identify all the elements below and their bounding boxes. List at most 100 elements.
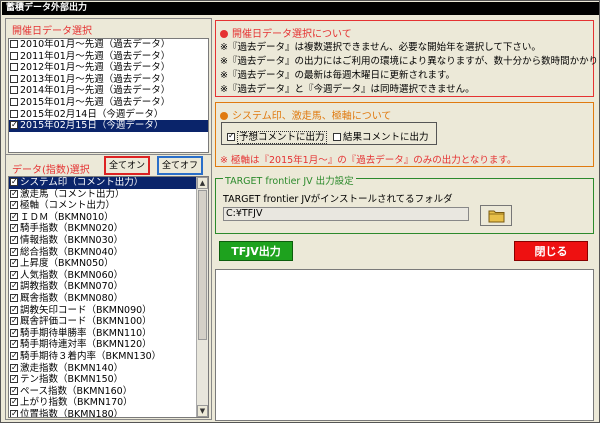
checkbox-icon[interactable] <box>10 97 18 106</box>
list-item[interactable]: 総合指数（BKMN040） <box>9 246 208 259</box>
list-item[interactable]: 騎手期待単勝率（BKMN110） <box>9 327 208 340</box>
list-item[interactable]: 上昇度（BKMN050） <box>9 257 208 270</box>
checkbox-icon[interactable] <box>10 109 18 118</box>
checkbox-icon[interactable] <box>10 74 18 83</box>
checkbox-checked-icon[interactable] <box>10 211 18 222</box>
list-item[interactable]: ペース指数（BKMN160） <box>9 385 208 398</box>
list-item-label: 騎手期待単勝率（BKMN110） <box>20 327 152 339</box>
browse-folder-button[interactable] <box>480 205 512 226</box>
list-item[interactable]: 2011年01月～先週（過去データ） <box>9 51 208 63</box>
list-item[interactable]: 激走指数（BKMN140） <box>9 362 208 375</box>
checkbox-checked-icon[interactable] <box>10 304 18 315</box>
bullet-icon <box>220 112 228 120</box>
target-description: TARGET frontier JVがインストールされてるフォルダ <box>223 194 453 205</box>
checkbox-checked-icon[interactable] <box>10 119 18 131</box>
list-item[interactable]: 2015年02月15日（今週データ） <box>9 119 208 132</box>
checkbox-checked-icon[interactable] <box>10 177 18 188</box>
checkbox-icon[interactable] <box>10 63 18 72</box>
list-item-label: ペース指数（BKMN160） <box>20 385 133 397</box>
list-item[interactable]: テン指数（BKMN150） <box>9 373 208 386</box>
list-item-label: テン指数（BKMN150） <box>20 374 124 386</box>
list-item[interactable]: システム印（コメント出力） <box>9 177 208 189</box>
list-item[interactable]: 厩舎指数（BKMN080） <box>9 292 208 305</box>
checkbox-checked-icon[interactable] <box>10 327 18 338</box>
list-item-label: 厩舎評価コード（BKMN100） <box>20 316 152 328</box>
checkbox-checked-icon[interactable] <box>10 338 18 350</box>
list-item[interactable]: 調教矢印コード（BKMN090） <box>9 304 208 317</box>
folder-icon <box>488 210 505 223</box>
list-item[interactable]: 2010年01月～先週（過去データ） <box>9 39 208 51</box>
list-item[interactable]: 騎手指数（BKMN020） <box>9 222 208 235</box>
list-item-label: 調教指数（BKMN070） <box>20 281 124 293</box>
list-item[interactable]: 2015年01月～先週（過去データ） <box>9 97 208 109</box>
checkbox-checked-icon[interactable] <box>10 188 18 199</box>
list-item-label: 2013年01月～先週（過去データ） <box>20 73 171 85</box>
all-on-button[interactable]: 全てオン <box>104 156 150 175</box>
list-item-label: 激走指数（BKMN140） <box>20 362 124 374</box>
checkbox-checked-icon[interactable] <box>10 234 18 246</box>
list-item-label: 情報指数（BKMN030） <box>20 234 124 246</box>
checkbox-checked-icon[interactable] <box>10 222 18 234</box>
tfjv-output-button[interactable]: TFJV出力 <box>219 241 293 261</box>
checkbox-icon[interactable] <box>10 51 18 60</box>
prediction-comment-checkbox[interactable]: 予想コメントに出力 <box>227 129 327 144</box>
list-item[interactable]: 2012年01月～先週（過去データ） <box>9 62 208 74</box>
checkbox-checked-icon[interactable] <box>10 280 18 292</box>
about-panel-title: 開催日データ選択について <box>220 25 352 40</box>
list-item[interactable]: 2013年01月～先週（過去データ） <box>9 74 208 86</box>
data-panel-title: データ(指数)選択 <box>12 165 90 176</box>
checkbox-checked-icon[interactable] <box>10 408 18 417</box>
list-item[interactable]: 2014年01月～先週（過去データ） <box>9 85 208 97</box>
list-item[interactable]: 厩舎評価コード（BKMN100） <box>9 315 208 328</box>
list-item[interactable]: 人気指数（BKMN060） <box>9 269 208 282</box>
checkbox-checked-icon[interactable] <box>10 257 18 269</box>
list-item-label: 人気指数（BKMN060） <box>20 269 124 281</box>
list-item-label: 位置指数（BKMN180） <box>20 408 124 418</box>
date-panel-title: 開催日データ選択 <box>12 26 92 37</box>
system-note: ※ 極軸は『2015年1月～』の『過去データ』のみの出力となります。 <box>220 155 517 166</box>
output-log-area[interactable] <box>215 269 594 421</box>
about-line-3: ※『過去データ』の最新は毎週木曜日に更新されます。 <box>220 70 456 81</box>
checkbox-checked-icon[interactable] <box>10 315 18 327</box>
list-item[interactable]: 2015年02月14日（今週データ） <box>9 109 208 121</box>
list-item-label: 極軸（コメント出力） <box>20 200 116 212</box>
all-off-button[interactable]: 全てオフ <box>157 156 203 175</box>
checkbox-icon[interactable] <box>10 86 18 95</box>
checkbox-checked-icon[interactable] <box>10 269 18 280</box>
result-comment-checkbox[interactable]: 結果コメントに出力 <box>333 129 429 143</box>
folder-path-field[interactable]: C:¥TFJV <box>223 207 469 221</box>
list-item[interactable]: 位置指数（BKMN180） <box>9 408 208 418</box>
checkbox-checked-icon[interactable] <box>10 373 18 385</box>
checkbox-checked-icon[interactable] <box>10 292 18 304</box>
list-item[interactable]: 極軸（コメント出力） <box>9 199 208 212</box>
scroll-thumb[interactable] <box>198 190 207 340</box>
checkbox-checked-icon[interactable] <box>10 385 18 396</box>
folder-path-value: C:¥TFJV <box>226 208 263 219</box>
about-line-1: ※『過去データ』は複数選択できません、必要な開始年を選択して下さい。 <box>220 42 541 53</box>
list-item-label: 2010年01月～先週（過去データ） <box>20 39 171 50</box>
checkbox-checked-icon[interactable] <box>10 396 18 408</box>
close-button[interactable]: 閉じる <box>514 241 588 261</box>
list-item[interactable]: 情報指数（BKMN030） <box>9 234 208 247</box>
checkbox-icon[interactable] <box>10 40 18 48</box>
list-item-label: 厩舎指数（BKMN080） <box>20 292 124 304</box>
system-panel-title: システム印、激走馬、極軸について <box>220 107 391 122</box>
list-item[interactable]: 調教指数（BKMN070） <box>9 280 208 293</box>
target-panel-title: TARGET frontier JV 出力設定 <box>223 173 356 187</box>
list-item[interactable]: 騎手期待３着内率（BKMN130） <box>9 350 208 363</box>
vertical-scrollbar[interactable]: ▲ ▼ <box>196 177 208 417</box>
checkbox-checked-icon[interactable] <box>10 350 18 362</box>
checkbox-checked-icon <box>227 131 235 141</box>
scroll-down-icon[interactable]: ▼ <box>197 405 208 417</box>
date-listbox[interactable]: 2010年01月～先週（過去データ） 2011年01月～先週（過去データ） 2012… <box>8 38 209 153</box>
data-index-listbox[interactable]: システム印（コメント出力）激走馬（コメント出力）極軸（コメント出力）ＩＤＭ（BK… <box>8 176 209 418</box>
list-item[interactable]: 騎手期待連対率（BKMN120） <box>9 338 208 351</box>
checkbox-checked-icon[interactable] <box>10 362 18 373</box>
checkbox-checked-icon[interactable] <box>10 199 18 211</box>
checkbox-checked-icon[interactable] <box>10 246 18 257</box>
list-item[interactable]: 激走馬（コメント出力） <box>9 188 208 201</box>
list-item[interactable]: ＩＤＭ（BKMN010） <box>9 211 208 224</box>
scroll-up-icon[interactable]: ▲ <box>197 177 208 189</box>
list-item[interactable]: 上がり指数（BKMN170） <box>9 396 208 409</box>
list-item-label: システム印（コメント出力） <box>20 177 144 188</box>
